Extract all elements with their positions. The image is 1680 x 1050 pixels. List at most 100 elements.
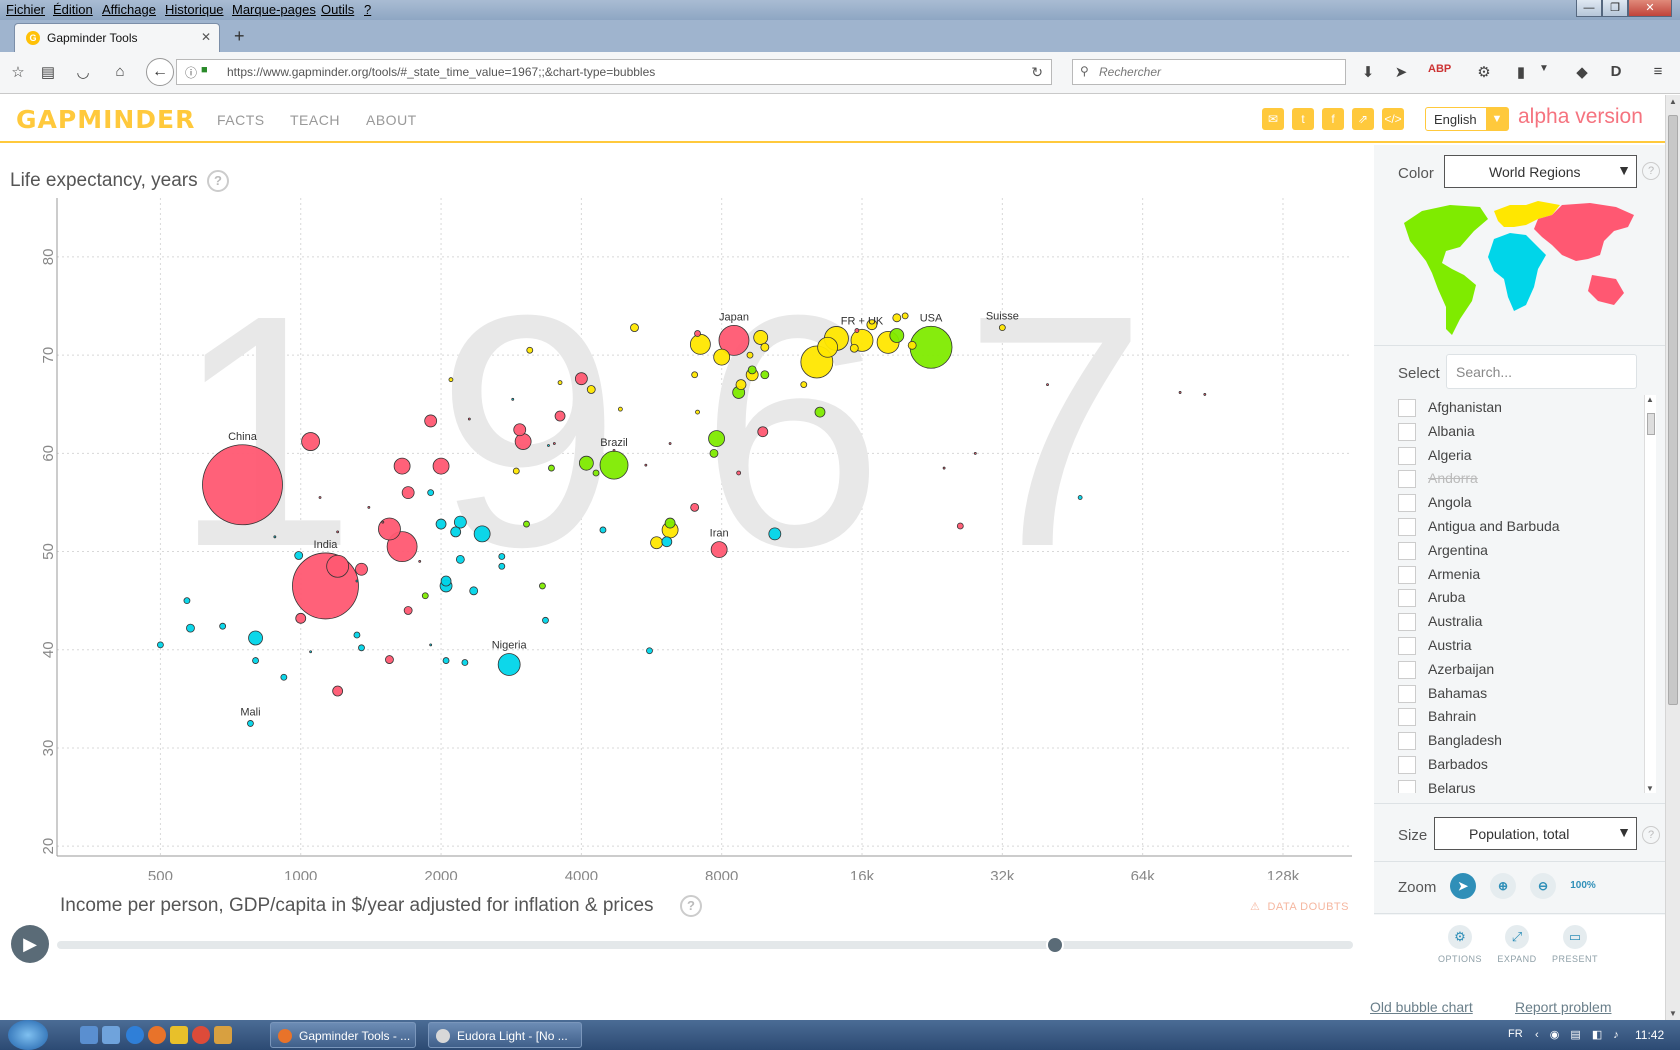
bubble[interactable]	[800, 381, 808, 388]
scroll-down-icon[interactable]: ▼	[1669, 1009, 1677, 1018]
country-checkbox[interactable]	[1398, 708, 1416, 727]
language-select[interactable]: English ▼	[1425, 107, 1509, 131]
bubble[interactable]	[552, 442, 556, 445]
menu-affichage[interactable]: Affichage	[102, 2, 156, 17]
bubble[interactable]	[450, 526, 462, 538]
bubble[interactable]	[448, 377, 454, 383]
bubble[interactable]	[892, 313, 902, 323]
url-bar[interactable]: ⓘ ■ https://www.gapminder.org/tools/#_st…	[176, 59, 1052, 85]
bubble[interactable]	[355, 579, 359, 583]
bubble[interactable]	[353, 631, 361, 639]
country-checkbox[interactable]	[1398, 470, 1416, 489]
bubble[interactable]	[736, 470, 742, 476]
bubble[interactable]	[418, 559, 422, 563]
country-checkbox[interactable]	[1398, 589, 1416, 608]
bubble[interactable]	[599, 526, 607, 534]
facebook-icon[interactable]: f	[1322, 108, 1344, 130]
bubble[interactable]	[753, 330, 769, 345]
bubble[interactable]	[336, 530, 340, 534]
country-checkbox[interactable]	[1398, 494, 1416, 513]
country-list-scroll-thumb[interactable]	[1647, 413, 1655, 435]
bubble[interactable]	[512, 467, 520, 475]
time-slider-handle[interactable]	[1045, 936, 1064, 954]
scroll-down-icon[interactable]: ▼	[1646, 784, 1654, 793]
bubble[interactable]	[735, 379, 747, 390]
clock[interactable]: 11:42	[1635, 1028, 1664, 1042]
tab-close-icon[interactable]: ✕	[201, 30, 211, 44]
bubble[interactable]	[814, 406, 826, 418]
clipboard-icon[interactable]: ▮	[1511, 63, 1531, 81]
data-doubts-link[interactable]: ⚠ DATA DOUBTS	[1250, 900, 1349, 913]
bubble[interactable]	[650, 536, 663, 550]
gapminder-logo[interactable]: GAPMINDER	[16, 105, 195, 134]
country-checkbox[interactable]	[1398, 660, 1416, 679]
bubble[interactable]	[403, 606, 413, 615]
bubble[interactable]	[942, 466, 946, 470]
bubble[interactable]	[511, 397, 515, 401]
maximize-button[interactable]: ❐	[1602, 0, 1628, 17]
chrome-icon[interactable]	[192, 1026, 210, 1044]
map-region-americas[interactable]	[1404, 205, 1488, 335]
size-help-icon[interactable]: ?	[1642, 826, 1660, 844]
pointer-icon[interactable]: ➤	[1450, 873, 1476, 899]
zoom-reset-button[interactable]: 100%	[1568, 873, 1598, 899]
info-icon[interactable]: ⓘ	[185, 64, 197, 81]
bubble[interactable]	[746, 351, 754, 359]
bubble[interactable]	[612, 448, 616, 452]
bubble[interactable]	[401, 486, 415, 500]
bubble[interactable]	[292, 552, 359, 620]
bubble[interactable]	[252, 657, 259, 664]
back-button[interactable]: ←	[146, 58, 174, 86]
bubble[interactable]	[309, 650, 313, 654]
menu-fichier[interactable]: Fichier	[6, 2, 45, 17]
bubble[interactable]	[455, 555, 465, 564]
bubble[interactable]	[973, 451, 977, 455]
bubble[interactable]	[355, 562, 368, 576]
color-help-icon[interactable]: ?	[1642, 162, 1660, 180]
menu-marque-pages[interactable]: Marque-pages	[232, 2, 316, 17]
menu-outils[interactable]: Outils	[321, 2, 354, 17]
bubble[interactable]	[1178, 391, 1182, 394]
bubble[interactable]	[710, 541, 728, 558]
bubble[interactable]	[1203, 393, 1207, 396]
bubble[interactable]	[617, 406, 623, 412]
bubble[interactable]	[424, 414, 438, 428]
bubble[interactable]	[497, 653, 521, 676]
bubble[interactable]	[747, 365, 757, 375]
bubble[interactable]	[695, 409, 700, 415]
bubble[interactable]	[514, 433, 532, 450]
bubble[interactable]	[542, 616, 549, 624]
country-checkbox[interactable]	[1398, 399, 1416, 417]
browser-search-field[interactable]: ⚲ Rechercher	[1072, 59, 1346, 85]
bubble[interactable]	[760, 370, 770, 380]
mail-icon[interactable]: ✉	[1262, 108, 1284, 130]
bubble[interactable]	[385, 655, 394, 664]
firefox-icon[interactable]	[148, 1026, 166, 1044]
bubble[interactable]	[219, 622, 227, 630]
bubble[interactable]	[909, 325, 953, 369]
bubble[interactable]	[318, 496, 322, 499]
bubble[interactable]	[301, 432, 321, 451]
bubble[interactable]	[689, 333, 711, 355]
bubble[interactable]	[186, 623, 195, 633]
country-list-scrollbar[interactable]: ▲ ▼	[1644, 395, 1656, 793]
bubble[interactable]	[709, 448, 719, 458]
bubble[interactable]	[690, 502, 700, 512]
bubble[interactable]	[854, 328, 860, 333]
country-checkbox[interactable]	[1398, 518, 1416, 536]
start-button[interactable]	[8, 1020, 48, 1050]
bubble[interactable]	[554, 410, 566, 422]
bubble[interactable]	[907, 340, 917, 350]
country-checkbox[interactable]	[1398, 756, 1416, 774]
bubble[interactable]	[661, 536, 673, 548]
mail-app-icon[interactable]	[214, 1026, 232, 1044]
home-icon[interactable]: ⌂	[110, 63, 130, 80]
folder-icon[interactable]	[170, 1026, 188, 1044]
menu-edition[interactable]: Édition	[53, 2, 93, 17]
bubble[interactable]	[547, 444, 550, 447]
reading-list-icon[interactable]: ▤	[38, 63, 58, 81]
page-scroll-thumb[interactable]	[1668, 115, 1678, 705]
bubble[interactable]	[694, 330, 701, 337]
page-scrollbar[interactable]: ▲ ▼	[1665, 95, 1680, 1020]
profile-icon[interactable]: D	[1606, 63, 1626, 80]
